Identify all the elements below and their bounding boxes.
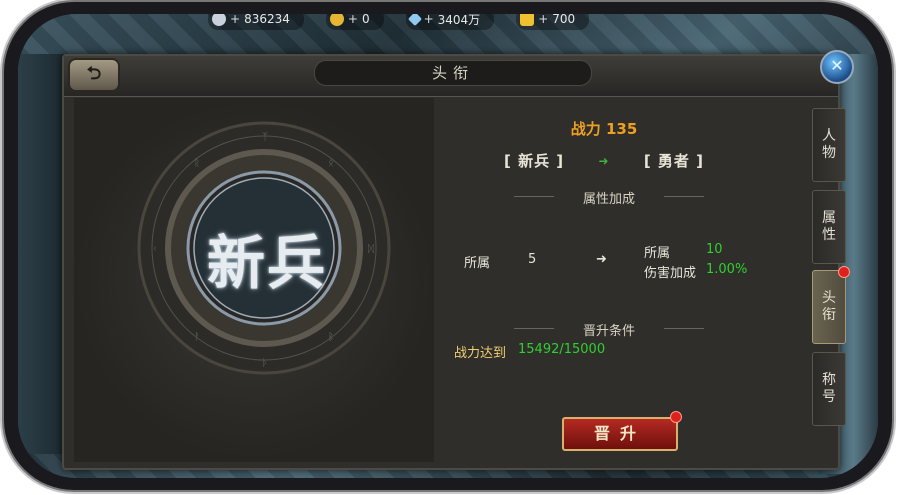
svg-text:ᛉ: ᛉ [262, 132, 268, 143]
rank-progression: [ 新兵 ] ➜ [ 勇者 ] [504, 150, 704, 171]
resource-bar: + 836234 + 0 + 3404万 + 700 [208, 14, 590, 30]
plus-icon: + [423, 14, 434, 26]
panel-title: 头衔 [314, 60, 592, 86]
phone-frame: + 836234 + 0 + 3404万 + 700 ⮌ 头衔 ✕ ᛉ ᚱ ᛟ … [4, 2, 892, 490]
damage-bonus-label: 伤害加成 [644, 266, 697, 281]
svg-text:ᚲ: ᚲ [152, 244, 158, 255]
svg-text:ᛒ: ᛒ [328, 332, 334, 343]
notification-dot [838, 266, 850, 278]
arrow-right-icon: ➜ [596, 252, 607, 267]
attr-current-label: 所属 [464, 256, 491, 271]
close-icon: ✕ [830, 56, 844, 75]
resource-diamond[interactable]: + 3404万 [405, 14, 495, 30]
svg-text:ᚱ: ᚱ [194, 158, 200, 169]
condition-label: 战力达到 [454, 346, 507, 361]
close-button[interactable]: ✕ [820, 50, 854, 84]
plus-icon: + [230, 14, 241, 26]
notification-dot [670, 411, 682, 423]
next-rank: [ 勇者 ] [643, 152, 704, 170]
gold-coin-icon [329, 14, 344, 26]
tab-honor[interactable]: 称号 [812, 352, 846, 426]
resource-value: 700 [552, 14, 576, 26]
gold-ingot-icon [520, 14, 535, 26]
back-button[interactable]: ⮌ [68, 58, 120, 92]
arrow-right-icon: ➜ [598, 153, 610, 168]
promote-condition-header: 晋升条件 [514, 320, 704, 339]
rank-emblem-area: ᛉ ᚱ ᛟ ᚲ ᛞ ᚨ ᛒ ᚦ 新兵 [74, 98, 434, 462]
svg-text:ᛟ: ᛟ [328, 158, 334, 169]
svg-text:ᚨ: ᚨ [194, 332, 200, 343]
damage-bonus-value: 1.00% [706, 262, 748, 277]
attr-next-value: 10 [706, 242, 723, 257]
rank-name-large: 新兵 [206, 229, 327, 297]
diamond-icon [407, 14, 422, 27]
plus-icon: + [347, 14, 358, 26]
current-rank: [ 新兵 ] [504, 152, 565, 170]
resource-value: 0 [361, 14, 370, 26]
attr-current-value: 5 [528, 252, 537, 267]
tab-character[interactable]: 人物 [812, 108, 846, 182]
attr-bonus-header: 属性加成 [514, 188, 704, 207]
resource-value: 836234 [244, 14, 290, 26]
condition-value: 15492/15000 [518, 342, 606, 357]
promote-button[interactable]: 晋升 [562, 417, 678, 451]
combat-power: 战力 135 [570, 120, 638, 138]
svg-text:ᛞ: ᛞ [368, 244, 374, 255]
title-panel: ⮌ 头衔 ✕ ᛉ ᚱ ᛟ ᚲ ᛞ ᚨ ᛒ ᚦ 新兵 战力 135 [新兵] ➜ [勇… [62, 50, 854, 470]
game-screen: + 836234 + 0 + 3404万 + 700 ⮌ 头衔 ✕ ᛉ ᚱ ᛟ … [18, 14, 878, 478]
silver-coin-icon [212, 14, 226, 26]
plus-icon: + [538, 14, 549, 26]
back-arrow-icon: ⮌ [86, 63, 102, 84]
resource-silver[interactable]: + 836234 [208, 14, 304, 30]
panel-header: ⮌ 头衔 ✕ [64, 50, 854, 97]
resource-gold[interactable]: + 0 [325, 14, 384, 30]
resource-value: 3404万 [437, 14, 481, 27]
tab-title[interactable]: 头衔 [812, 270, 846, 344]
attr-next-label: 所属 [644, 246, 671, 261]
resource-ingot[interactable]: + 700 [516, 14, 590, 30]
svg-text:ᚦ: ᚦ [262, 358, 268, 369]
rank-detail-area: 战力 135 [ 新兵 ] ➜ [ 勇者 ] 属性加成 所属 5 ➜ 所属 10… [444, 98, 794, 462]
tab-attributes[interactable]: 属性 [812, 190, 846, 264]
